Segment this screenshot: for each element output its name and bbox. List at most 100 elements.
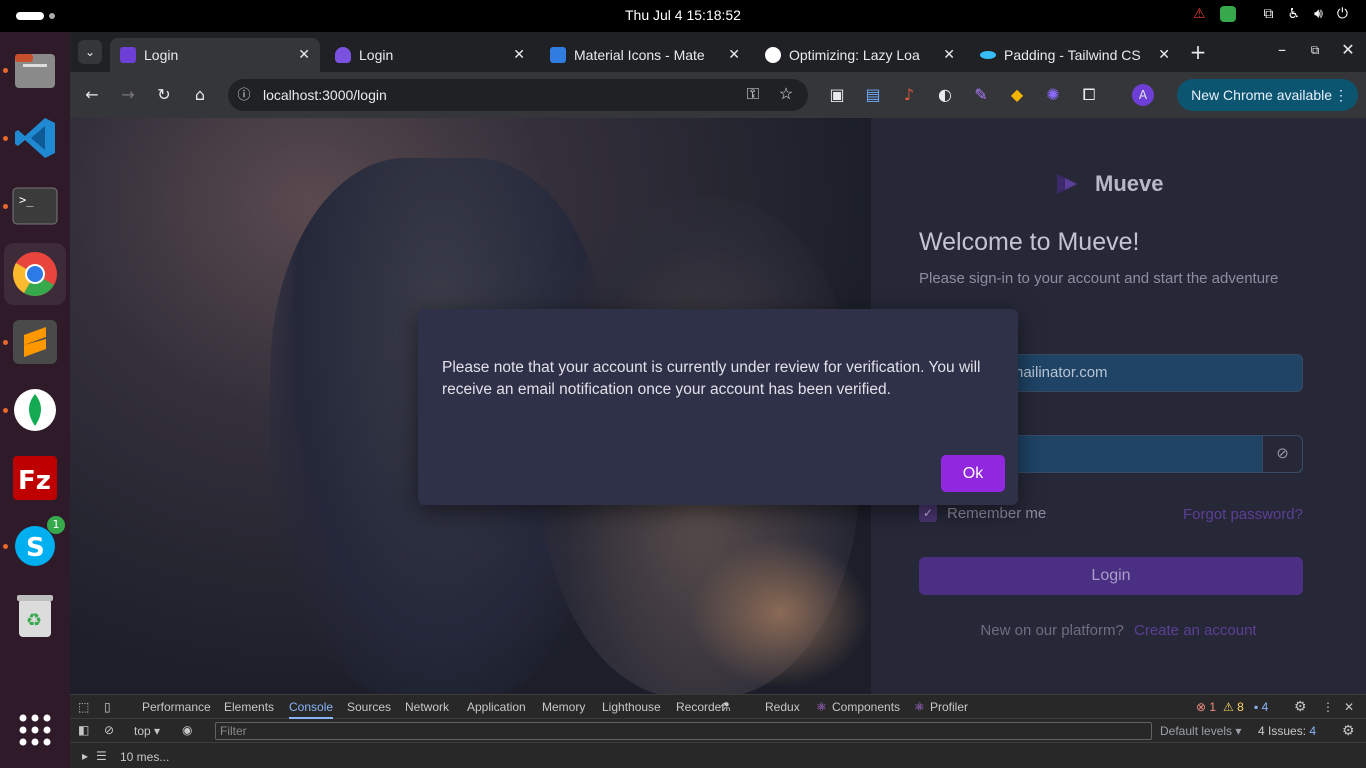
warning-count[interactable]: ⚠ 8 (1223, 700, 1244, 714)
tab-lighthouse[interactable]: Lighthouse (602, 700, 661, 714)
tab-material-icons[interactable]: Material Icons - Mate ✕ (540, 38, 750, 72)
tab-login-active[interactable]: Login ✕ (110, 38, 320, 72)
extension-5-icon[interactable]: ✎ (971, 85, 991, 105)
extension-2-icon[interactable]: ▤ (863, 85, 883, 105)
trash-app-icon[interactable]: ♻ (11, 592, 59, 640)
extensions-puzzle-icon[interactable]: ⧠ (1079, 85, 1099, 105)
error-count[interactable]: ⊗ 1 (1196, 700, 1216, 714)
extension-4-icon[interactable]: ◐ (935, 85, 955, 105)
heart-favicon-icon (335, 47, 351, 63)
tab-network[interactable]: Network (405, 700, 449, 714)
expand-arrow-icon[interactable]: ▸ (82, 749, 88, 763)
chrome-window: ⌄ Login ✕ Login ✕ Material Icons - Mate … (70, 32, 1366, 768)
extension-3-icon[interactable]: ♪ (899, 85, 919, 105)
ok-button[interactable]: Ok (941, 455, 1005, 492)
tab-login[interactable]: Login ✕ (325, 38, 535, 72)
close-tab-icon[interactable]: ✕ (943, 46, 955, 63)
close-tab-icon[interactable]: ✕ (298, 46, 310, 63)
live-expression-eye-icon[interactable]: ◉ (182, 723, 192, 737)
login-button[interactable]: Login (919, 557, 1303, 595)
skype-app-icon[interactable]: S 1 (11, 516, 65, 570)
extension-1-icon[interactable]: ▣ (827, 85, 847, 105)
menu-kebab-icon[interactable]: ⋮ (1334, 79, 1348, 111)
forgot-password-link[interactable]: Forgot password? (1183, 506, 1303, 523)
vscode-app-icon[interactable] (11, 114, 59, 162)
home-icon[interactable]: ⌂ (190, 85, 210, 105)
browser-toolbar: ← → ↻ ⌂ ⓘ localhost:3000/login ⚿ ☆ ▣ ▤ ♪… (70, 72, 1366, 118)
tab-redux[interactable]: Redux (765, 700, 800, 714)
back-icon[interactable]: ← (82, 85, 102, 105)
page-viewport: Mueve Welcome to Mueve! Please sign-in t… (70, 118, 1366, 694)
maximize-window-icon[interactable]: ⧉ (1305, 40, 1325, 60)
tab-padding-tailwind[interactable]: Padding - Tailwind CS ✕ (970, 38, 1180, 72)
terminal-running-indicator (3, 204, 8, 209)
welcome-title: Welcome to Mueve! (919, 228, 1140, 256)
network-icon[interactable]: ⧉ (1264, 6, 1274, 22)
password-key-icon[interactable]: ⚿ (743, 85, 763, 105)
accessibility-icon[interactable]: ♿ (1288, 6, 1301, 22)
close-tab-icon[interactable]: ✕ (728, 46, 740, 63)
close-window-icon[interactable]: ✕ (1338, 40, 1358, 60)
inspect-element-icon[interactable]: ⬚ (78, 700, 89, 714)
tab-application[interactable]: Application (467, 700, 526, 714)
reload-icon[interactable]: ↻ (154, 85, 174, 105)
sublime-app-icon[interactable] (11, 318, 59, 366)
devtools-menu-icon[interactable]: ⋮ (1322, 700, 1334, 714)
log-levels-select[interactable]: Default levels ▾ (1160, 724, 1241, 738)
remember-me[interactable]: ✓ Remember me (919, 504, 1046, 522)
tab-memory[interactable]: Memory (542, 700, 585, 714)
tab-elements[interactable]: Elements (224, 700, 274, 714)
system-clock[interactable]: Thu Jul 4 15:18:52 (0, 7, 1366, 23)
warning-count-value: 8 (1237, 700, 1244, 714)
create-account-link[interactable]: Create an account (1134, 622, 1257, 639)
welcome-subtitle: Please sign-in to your account and start… (919, 270, 1279, 287)
sidebar-toggle-icon[interactable]: ◧ (78, 723, 89, 737)
profile-avatar[interactable]: A (1132, 84, 1154, 106)
extension-7-icon[interactable]: ✺ (1043, 85, 1063, 105)
update-icon[interactable] (1219, 6, 1236, 22)
info-count[interactable]: ▪ 4 (1254, 700, 1268, 714)
new-chrome-available-button[interactable]: New Chrome available ⋮ (1177, 79, 1358, 111)
tab-components[interactable]: Components (832, 700, 900, 714)
mueve-logo-icon (1057, 174, 1077, 194)
console-filter-input[interactable]: Filter (215, 722, 1152, 740)
tab-sources[interactable]: Sources (347, 700, 391, 714)
chrome-app-icon[interactable] (4, 243, 66, 305)
app-grid-icon[interactable] (11, 706, 59, 754)
forward-icon[interactable]: → (118, 85, 138, 105)
remember-checkbox[interactable]: ✓ (919, 504, 937, 522)
power-icon[interactable]: ⏻ (1337, 6, 1348, 22)
tab-optimizing[interactable]: Optimizing: Lazy Loa ✕ (755, 38, 965, 72)
eye-off-icon[interactable]: ⊘ (1262, 436, 1302, 472)
volume-icon[interactable]: 🔊︎ (1314, 6, 1323, 22)
devtools-close-icon[interactable]: ✕ (1344, 700, 1354, 714)
tab-recorder[interactable]: Recorder (676, 700, 725, 714)
new-tab-button[interactable]: + (1188, 42, 1208, 62)
close-tab-icon[interactable]: ✕ (1158, 46, 1170, 63)
files-app-icon[interactable] (11, 46, 59, 94)
close-tab-icon[interactable]: ✕ (513, 46, 525, 63)
console-settings-icon[interactable]: ⚙ (1342, 722, 1355, 739)
address-bar[interactable]: ⓘ localhost:3000/login ⚿ ☆ (228, 79, 808, 111)
issues-link[interactable]: 4 Issues: 4 (1258, 724, 1316, 738)
devtools-settings-icon[interactable]: ⚙ (1294, 698, 1307, 715)
minimize-window-icon[interactable]: – (1272, 40, 1292, 60)
clear-console-icon[interactable]: ⊘ (104, 723, 114, 737)
extension-6-icon[interactable]: ◆ (1007, 85, 1027, 105)
messages-count[interactable]: 10 mes... (120, 750, 169, 764)
filezilla-app-icon[interactable]: Fz (11, 454, 59, 502)
message-list-icon[interactable]: ☰ (96, 749, 107, 763)
tab-search-icon[interactable]: ⌄ (78, 40, 102, 64)
mongodb-app-icon[interactable] (11, 386, 59, 434)
warning-icon[interactable]: ⚠ (1193, 6, 1206, 22)
bookmark-star-icon[interactable]: ☆ (776, 85, 796, 105)
context-select[interactable]: top ▾ (134, 724, 160, 738)
site-info-icon[interactable]: ⓘ (234, 85, 254, 105)
device-toolbar-icon[interactable]: ▯ (104, 700, 111, 714)
app-dock: >_ Fz S 1 ♻ (0, 32, 70, 768)
info-count-value: 4 (1261, 700, 1269, 714)
tab-profiler[interactable]: Profiler (930, 700, 968, 714)
tab-performance[interactable]: Performance (142, 700, 211, 714)
terminal-app-icon[interactable]: >_ (11, 182, 59, 230)
tab-console[interactable]: Console (289, 700, 334, 719)
